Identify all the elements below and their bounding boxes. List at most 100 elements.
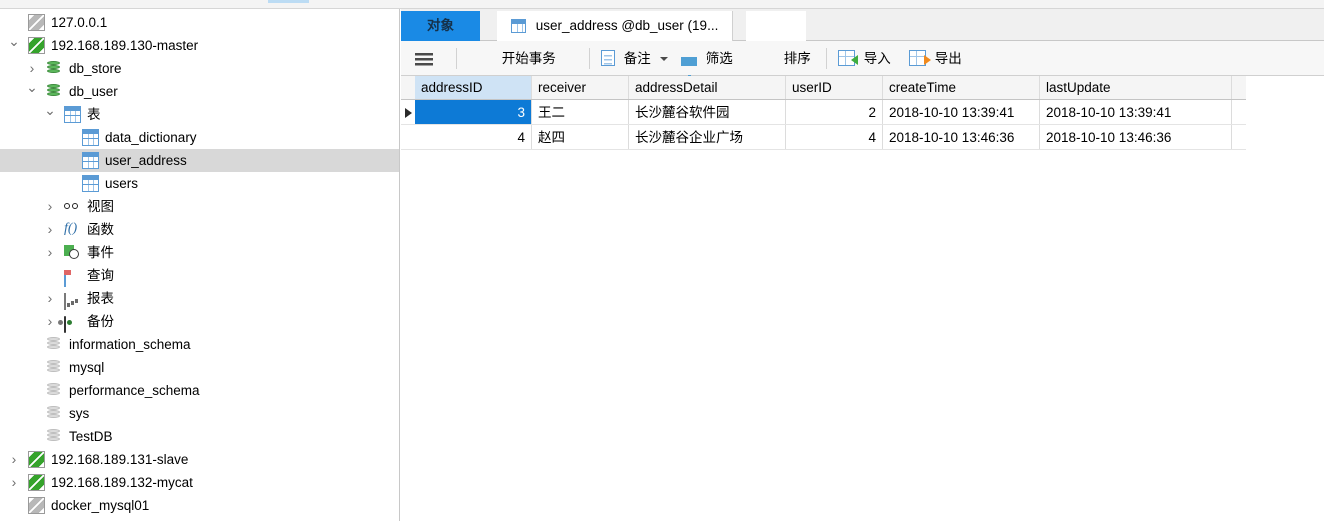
ribbon-item-6[interactable] [688, 0, 701, 3]
transaction-icon [475, 51, 493, 66]
ribbon-item-5[interactable] [600, 0, 613, 3]
note-icon [601, 50, 615, 66]
data-grid[interactable]: addressID receiver addressDetail userID crea… [401, 76, 1246, 150]
chevron-right-icon[interactable] [42, 241, 58, 264]
chevron-down-icon[interactable] [24, 80, 40, 103]
chevron-down-icon[interactable] [42, 103, 58, 126]
tree-node-label: 192.168.189.132-mycat [51, 475, 193, 490]
connection-tree-sidebar[interactable]: 127.0.0.1 192.168.189.130-master db_stored… [0, 9, 400, 521]
tree-node-label: mysql [69, 360, 105, 375]
tree-node-127.0.0.1[interactable]: 127.0.0.1 [0, 11, 399, 34]
cell-userID[interactable]: 2 [786, 100, 883, 124]
ribbon-item-8[interactable] [880, 0, 893, 3]
ribbon-item-3[interactable] [412, 0, 425, 3]
table-row[interactable]: 4 赵四 长沙麓谷企业广场 4 2018-10-10 13:46:36 2018-10-1… [401, 125, 1246, 150]
cell-userID[interactable]: 4 [786, 125, 883, 149]
ribbon-item-4[interactable] [498, 0, 511, 3]
chevron-down-icon[interactable] [659, 57, 668, 61]
table-row[interactable]: 3 王二 长沙麓谷软件园 2 2018-10-10 13:39:41 2018-10-10… [401, 100, 1246, 125]
tree-node-information_schema[interactable]: information_schema [0, 333, 399, 356]
cell-lastUpdate[interactable]: 2018-10-10 13:46:36 [1040, 125, 1232, 149]
filter-button[interactable]: 筛选 [681, 41, 733, 81]
tree-node-db_store[interactable]: db_store [0, 57, 399, 80]
ribbon-item-2[interactable] [268, 0, 310, 3]
main-pane: 对象 user_address @db_user (19... 开始事务 备注 [401, 9, 1324, 521]
tree-node-db_user[interactable]: db_user [0, 80, 399, 103]
cell-receiver[interactable]: 赵四 [532, 125, 629, 149]
ribbon-item-9[interactable] [962, 0, 975, 3]
cell-addressDetail[interactable]: 长沙麓谷软件园 [629, 100, 786, 124]
tree-node-[interactable]: 报表 [0, 287, 399, 310]
ribbon-item-0[interactable] [28, 0, 41, 3]
sort-button[interactable]: 排序 [759, 41, 811, 76]
column-header-addressID[interactable]: addressID [415, 76, 532, 99]
ribbon-item-1[interactable] [128, 0, 141, 3]
tree-node-label: 192.168.189.130-master [51, 38, 199, 53]
tree-node-[interactable]: 事件 [0, 241, 399, 264]
mysql-connection-icon [28, 497, 45, 514]
tree-node-label: sys [69, 406, 90, 421]
cell-addressDetail[interactable]: 长沙麓谷企业广场 [629, 125, 786, 149]
chevron-right-icon[interactable] [42, 218, 58, 241]
grid-toolbar[interactable]: 开始事务 备注 筛选 排序 导入 导出 [401, 41, 1324, 81]
chevron-right-icon[interactable] [6, 471, 22, 494]
tree-node-TestDB[interactable]: TestDB [0, 425, 399, 448]
filter-label: 筛选 [705, 51, 733, 66]
cell-lastUpdate[interactable]: 2018-10-10 13:39:41 [1040, 100, 1232, 124]
tree-node-[interactable]: f() 函数 [0, 218, 399, 241]
table-icon [82, 175, 99, 192]
tree-node-[interactable]: 表 [0, 103, 399, 126]
grid-header-row: addressID receiver addressDetail userID crea… [401, 76, 1246, 100]
tab-empty-slot[interactable] [746, 11, 806, 41]
tree-node-mysql[interactable]: mysql [0, 356, 399, 379]
chevron-right-icon[interactable] [6, 448, 22, 471]
tree-node-192.168.189.130-master[interactable]: 192.168.189.130-master [0, 34, 399, 57]
column-header-createTime[interactable]: createTime [883, 76, 1040, 99]
cell-createTime[interactable]: 2018-10-10 13:39:41 [883, 100, 1040, 124]
tree-node-data_dictionary[interactable]: data_dictionary [0, 126, 399, 149]
tree-node-docker_mysql01[interactable]: docker_mysql01 [0, 494, 399, 517]
menu-button[interactable] [415, 41, 438, 76]
begin-transaction-button[interactable]: 开始事务 [475, 41, 556, 76]
main-ribbon [0, 0, 1324, 9]
tab-bar[interactable]: 对象 user_address @db_user (19... [401, 9, 1324, 41]
column-header-receiver[interactable]: receiver [532, 76, 629, 99]
export-button[interactable]: 导出 [909, 41, 962, 76]
tree-node-performance_schema[interactable]: performance_schema [0, 379, 399, 402]
table-icon [82, 129, 99, 146]
chevron-right-icon[interactable] [24, 57, 40, 80]
cell-addressID[interactable]: 4 [415, 125, 532, 149]
column-header-lastUpdate[interactable]: lastUpdate [1040, 76, 1232, 99]
tree-node-[interactable]: 视图 [0, 195, 399, 218]
tree-node-[interactable]: 备份 [0, 310, 399, 333]
tree-node-192.168.189.132-mycat[interactable]: 192.168.189.132-mycat [0, 471, 399, 494]
column-header-userID[interactable]: userID [786, 76, 883, 99]
tree-node-users[interactable]: users [0, 172, 399, 195]
tree-node-192.168.189.131-slave[interactable]: 192.168.189.131-slave [0, 448, 399, 471]
cell-addressID[interactable]: 3 [415, 100, 532, 124]
column-header-addressDetail[interactable]: addressDetail [629, 76, 786, 99]
current-row-indicator-icon[interactable] [401, 100, 415, 124]
tree-node-label: TestDB [69, 429, 113, 444]
tab-user-address[interactable]: user_address @db_user (19... [497, 11, 734, 41]
tree-node-sys[interactable]: sys [0, 402, 399, 425]
import-button[interactable]: 导入 [838, 41, 891, 76]
tree-node-user_address[interactable]: user_address [0, 149, 399, 172]
chevron-right-icon[interactable] [42, 195, 58, 218]
grid-body[interactable]: 3 王二 长沙麓谷软件园 2 2018-10-10 13:39:41 2018-10-10… [401, 100, 1246, 150]
chevron-right-icon[interactable] [42, 287, 58, 310]
tree-node-label: 备份 [87, 314, 114, 329]
chevron-down-icon[interactable] [6, 34, 22, 57]
tab-object[interactable]: 对象 [401, 11, 480, 41]
ribbon-item-7[interactable] [780, 0, 793, 3]
cell-createTime[interactable]: 2018-10-10 13:46:36 [883, 125, 1040, 149]
tree-node-label: 报表 [87, 291, 114, 306]
connection-tree[interactable]: 127.0.0.1 192.168.189.130-master db_stored… [0, 9, 399, 517]
chevron-right-icon[interactable] [42, 310, 58, 333]
funnel-icon [681, 57, 697, 81]
row-indicator[interactable] [401, 125, 415, 149]
note-button[interactable]: 备注 [601, 41, 668, 76]
tree-node-label: db_user [69, 84, 118, 99]
tree-node-[interactable]: 查询 [0, 264, 399, 287]
cell-receiver[interactable]: 王二 [532, 100, 629, 124]
